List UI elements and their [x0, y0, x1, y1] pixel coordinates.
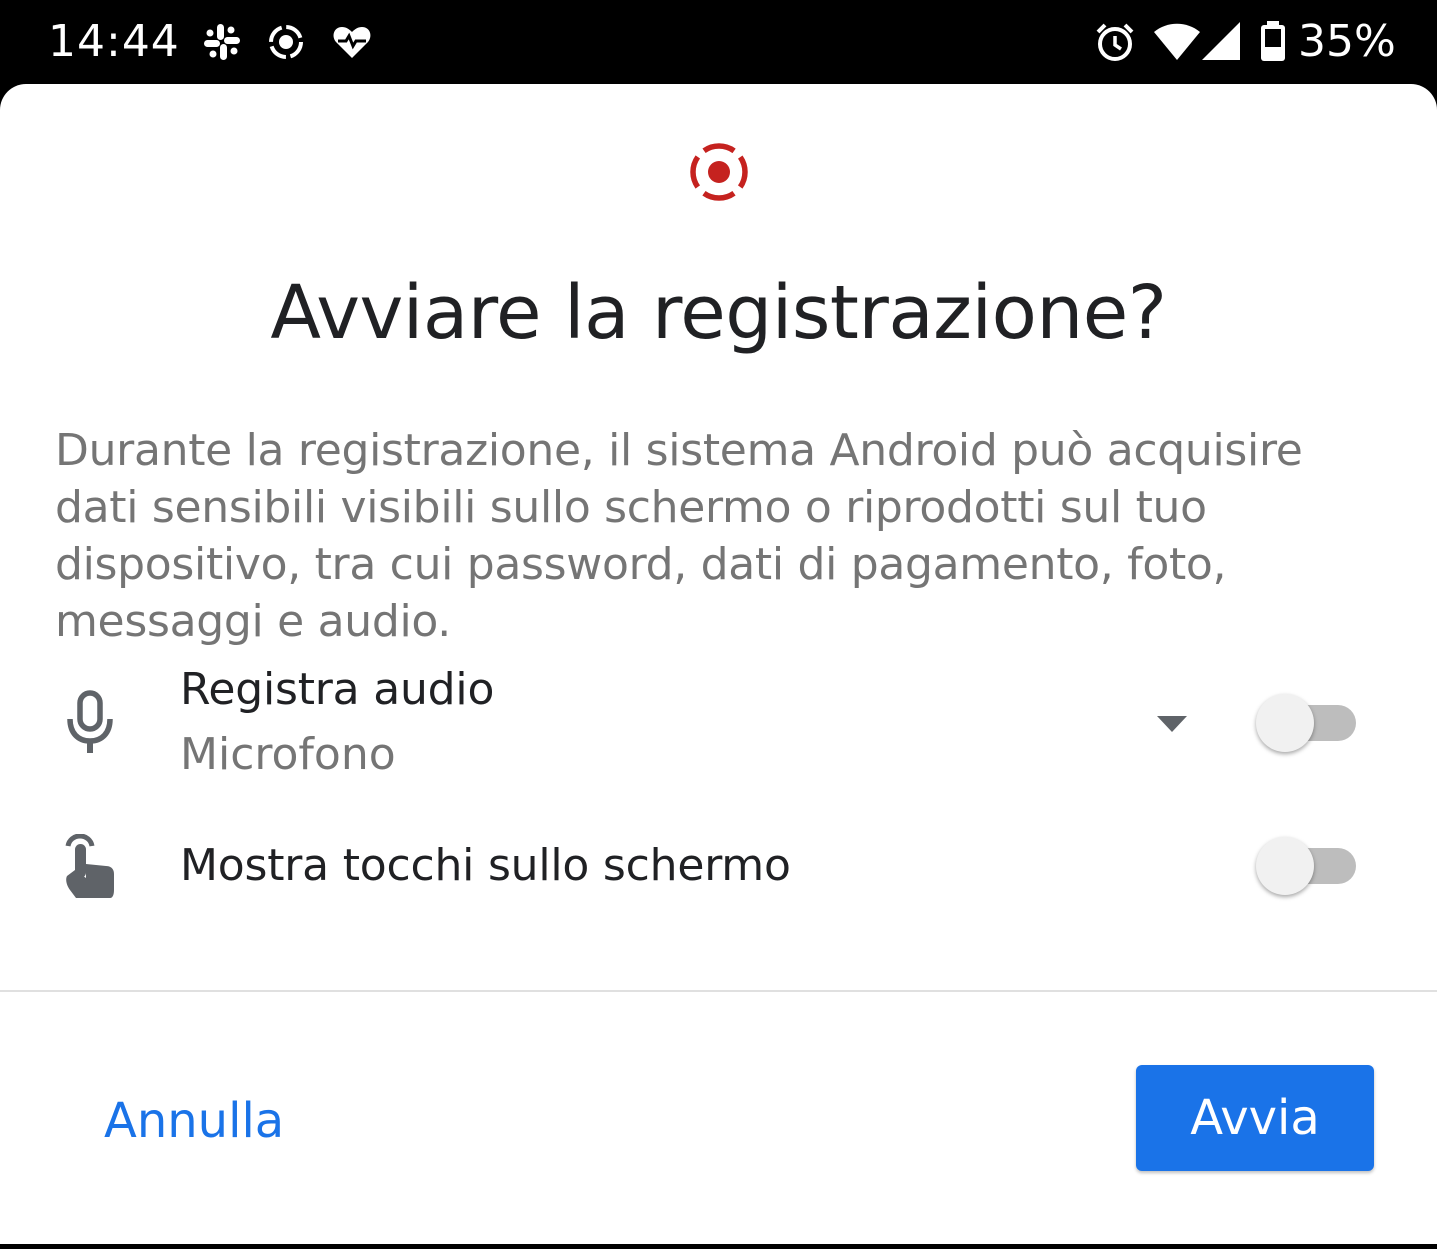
dialog-description: Durante la registrazione, il sistema And…: [55, 425, 1303, 647]
slack-icon: [204, 24, 240, 60]
touch-hand-icon: [65, 834, 114, 898]
microphone-icon: [67, 690, 113, 753]
battery-percent: 35%: [1298, 16, 1396, 67]
start-button[interactable]: Avvia: [1136, 1065, 1374, 1171]
wifi-icon: [1154, 23, 1200, 60]
switch-thumb: [1256, 837, 1314, 895]
screen-record-icon: [690, 143, 748, 201]
screen-record-icon: [269, 25, 303, 59]
cell-signal-icon: [1202, 22, 1240, 60]
cancel-button[interactable]: Annulla: [90, 1076, 298, 1166]
dialog-title: Avviare la registrazione?: [270, 270, 1167, 356]
dropdown-arrow-icon[interactable]: [1155, 714, 1189, 734]
divider: [0, 990, 1437, 992]
record-audio-label: Registra audio: [180, 664, 495, 715]
alarm-icon: [1096, 23, 1134, 61]
audio-source-value[interactable]: Microfono: [180, 729, 396, 780]
show-touches-switch[interactable]: [1256, 831, 1366, 897]
status-time: 14:44: [48, 16, 180, 67]
record-audio-switch[interactable]: [1256, 688, 1366, 754]
status-bar: 14:44 35%: [0, 0, 1437, 84]
switch-thumb: [1256, 694, 1314, 752]
screen-record-dialog: Avviare la registrazione? Durante la reg…: [0, 84, 1437, 1244]
battery-icon: [1261, 21, 1285, 61]
show-touches-label: Mostra tocchi sullo schermo: [180, 840, 791, 891]
health-heart-icon: [333, 27, 371, 58]
